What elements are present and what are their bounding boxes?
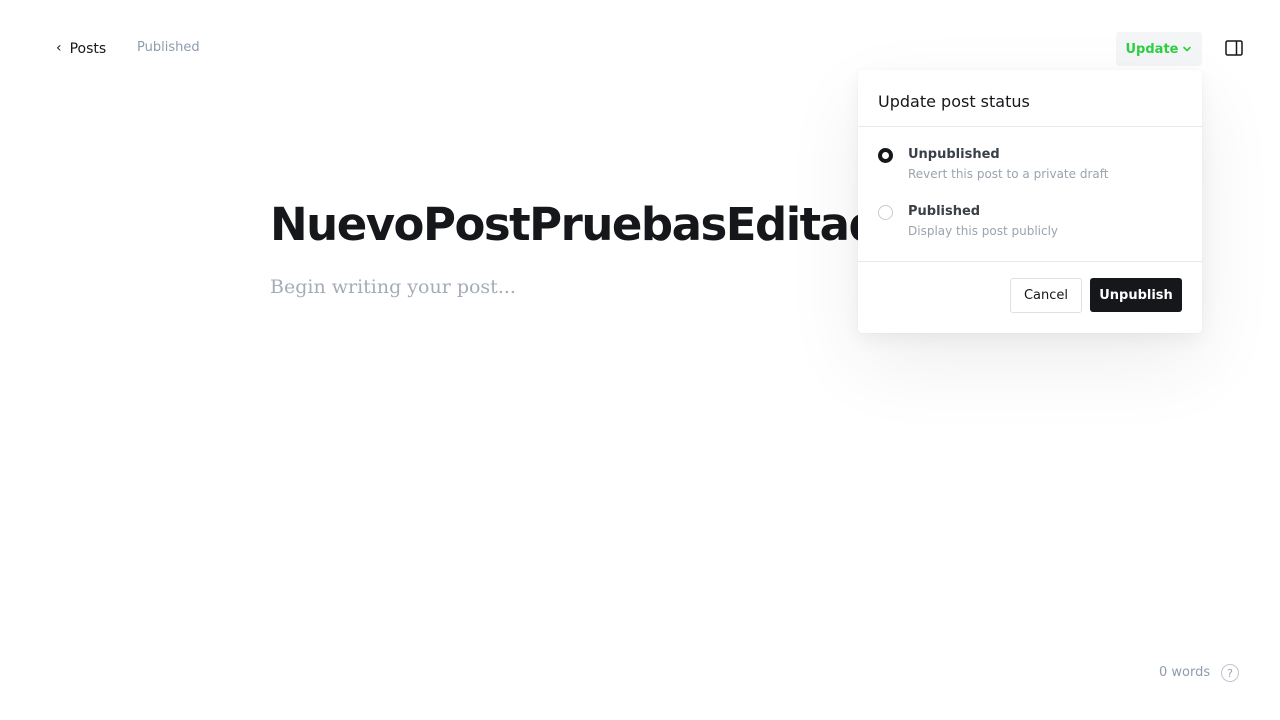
option-label: Unpublished	[908, 147, 1000, 162]
option-published[interactable]: Published Display this post publicly	[878, 204, 1178, 244]
update-button[interactable]: Update	[1116, 32, 1202, 66]
word-count: 0 words	[1159, 665, 1211, 680]
divider	[858, 261, 1202, 262]
chevron-down-icon	[1183, 46, 1192, 52]
update-status-popover: Update post status Unpublished Revert th…	[858, 70, 1202, 333]
question-circle-icon[interactable]: ?	[1221, 664, 1239, 682]
back-to-posts-link[interactable]: ‹ Posts	[56, 38, 106, 60]
unpublish-button[interactable]: Unpublish	[1090, 278, 1182, 312]
post-body-editor[interactable]: Begin writing your post...	[270, 276, 516, 298]
back-link-label: Posts	[69, 41, 107, 57]
option-description: Display this post publicly	[908, 224, 1059, 238]
option-unpublished[interactable]: Unpublished Revert this post to a privat…	[878, 147, 1178, 187]
option-label: Published	[908, 204, 981, 219]
cancel-button[interactable]: Cancel	[1010, 278, 1082, 313]
option-description: Revert this post to a private draft	[908, 167, 1109, 181]
sidebar-toggle-icon[interactable]	[1224, 39, 1244, 57]
chevron-left-icon: ‹	[56, 40, 62, 56]
update-button-label: Update	[1125, 41, 1179, 57]
radio-unselected[interactable]	[878, 205, 893, 220]
post-status-label: Published	[137, 40, 200, 55]
post-title[interactable]: NuevoPostPruebasEditado	[270, 198, 910, 251]
popover-title: Update post status	[878, 92, 1030, 111]
radio-selected[interactable]	[878, 148, 893, 163]
editor-page: ‹ Posts Published Update NuevoPostPrueba…	[0, 0, 1280, 720]
divider	[858, 126, 1202, 127]
